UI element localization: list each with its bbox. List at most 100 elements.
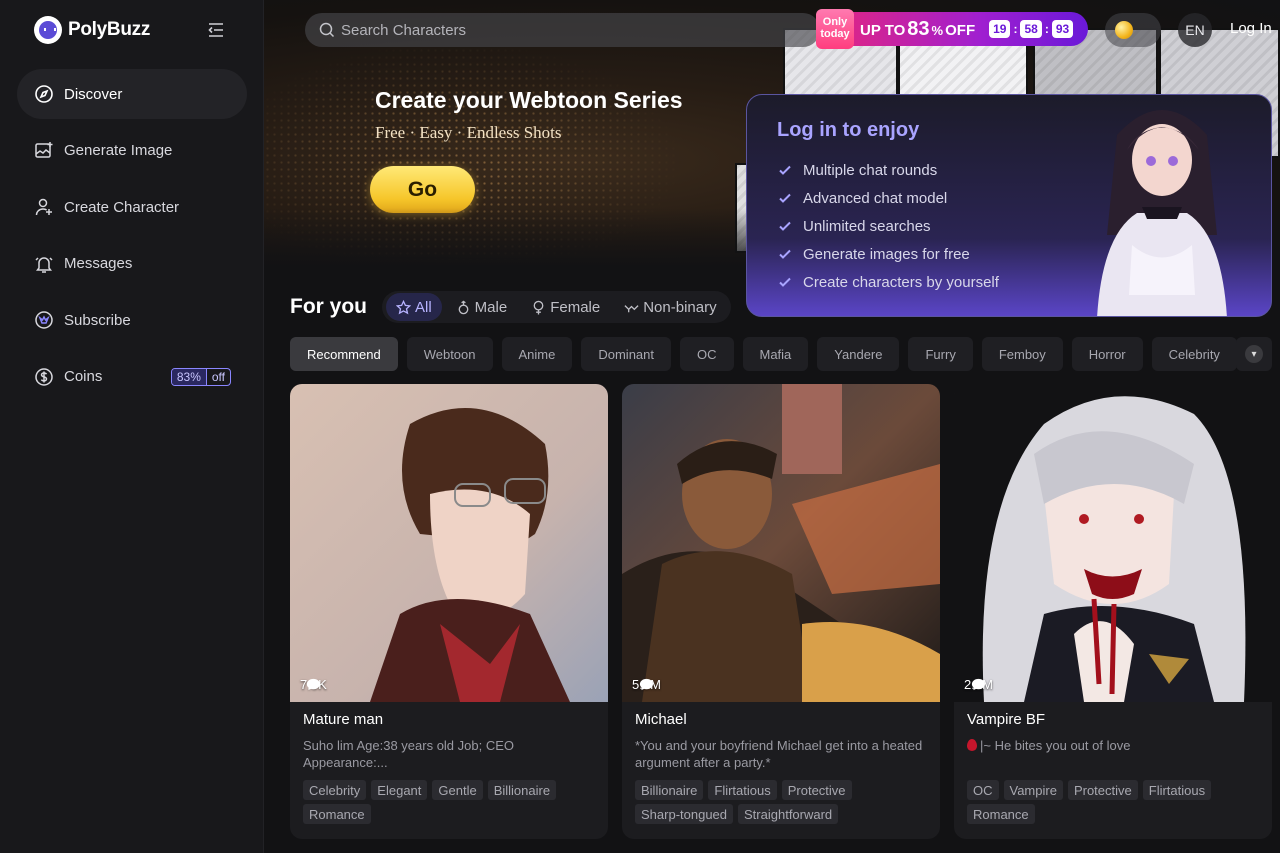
coin-balance-button[interactable] bbox=[1105, 13, 1161, 47]
star-icon bbox=[396, 299, 411, 314]
sidebar-item-label: Create Character bbox=[64, 198, 180, 216]
category-yandere[interactable]: Yandere bbox=[817, 337, 900, 371]
promo-banner[interactable]: Only today UP TO 83 % OFF 19: 58: 93 bbox=[816, 9, 1088, 49]
benefit-item: Unlimited searches bbox=[777, 212, 999, 240]
tag-list: Billionaire Flirtatious Protective Sharp… bbox=[635, 780, 931, 824]
app: PolyBuzz Discover Generate Image Create … bbox=[0, 0, 1280, 853]
sidebar-item-label: Subscribe bbox=[64, 311, 131, 329]
character-description: |~ He bites you out of love bbox=[980, 738, 1131, 753]
category-dominant[interactable]: Dominant bbox=[581, 337, 671, 371]
tag-list: Celebrity Elegant Gentle Billionaire Rom… bbox=[303, 780, 599, 824]
discount-badge: 83% off bbox=[170, 367, 231, 386]
chat-count: 2.2M bbox=[964, 677, 993, 692]
chevron-down-icon: ▾ bbox=[1245, 345, 1263, 363]
logo[interactable]: PolyBuzz bbox=[34, 16, 150, 44]
search-icon bbox=[319, 22, 335, 38]
hero-title: Create your Webtoon Series bbox=[375, 87, 683, 113]
promo-percent: 83 bbox=[907, 17, 930, 40]
gender-filter-tabs: All Male Female Non-binary bbox=[382, 291, 731, 323]
benefit-label: Generate images for free bbox=[803, 245, 970, 263]
character-description: *You and your boyfriend Michael get into… bbox=[635, 738, 923, 770]
category-webtoon[interactable]: Webtoon bbox=[406, 337, 493, 371]
character-image: 2.2M bbox=[954, 384, 1272, 702]
tab-label: Female bbox=[550, 298, 601, 316]
tab-label: Non-binary bbox=[643, 298, 717, 316]
collapse-sidebar-icon[interactable] bbox=[206, 20, 226, 40]
category-furry[interactable]: Furry bbox=[908, 337, 973, 371]
discount-suffix: off bbox=[211, 369, 225, 384]
category-celebrity[interactable]: Celebrity bbox=[1151, 337, 1237, 371]
category-oc[interactable]: OC bbox=[680, 337, 734, 371]
benefit-item: Generate images for free bbox=[777, 240, 999, 268]
chat-count: 5.5M bbox=[632, 677, 661, 692]
sidebar-item-label: Generate Image bbox=[64, 142, 173, 159]
sidebar-item-subscribe[interactable]: Subscribe bbox=[17, 295, 247, 345]
tag[interactable]: OC bbox=[967, 780, 999, 800]
tag[interactable]: Flirtatious bbox=[708, 780, 777, 800]
category-scroll-button[interactable]: ▾ bbox=[1236, 337, 1272, 371]
go-button[interactable]: Go bbox=[370, 166, 475, 213]
tag[interactable]: Billionaire bbox=[487, 780, 557, 800]
category-femboy[interactable]: Femboy bbox=[981, 337, 1063, 371]
check-icon bbox=[779, 277, 791, 287]
tag[interactable]: Romance bbox=[967, 804, 1035, 824]
sidebar-item-messages[interactable]: Messages bbox=[17, 239, 247, 289]
character-image: 7.5K bbox=[290, 384, 608, 702]
login-button[interactable]: Log In bbox=[1230, 20, 1272, 37]
login-popup[interactable]: Log in to enjoy Multiple chat rounds Adv… bbox=[746, 94, 1272, 317]
category-anime[interactable]: Anime bbox=[501, 337, 573, 371]
category-horror[interactable]: Horror bbox=[1071, 337, 1143, 371]
tag[interactable]: Billionaire bbox=[635, 780, 704, 800]
tag[interactable]: Elegant bbox=[371, 780, 428, 800]
hero-dot-pattern bbox=[264, 40, 684, 260]
tag[interactable]: Gentle bbox=[432, 780, 483, 800]
character-name: Mature man bbox=[303, 711, 384, 728]
promo-suffix: OFF bbox=[945, 21, 976, 39]
tab-female[interactable]: Female bbox=[521, 293, 610, 321]
category-mafia[interactable]: Mafia bbox=[742, 337, 809, 371]
sidebar-item-create-character[interactable]: Create Character bbox=[17, 182, 247, 232]
timer-hours: 19 bbox=[989, 20, 1011, 38]
character-image: 5.5M bbox=[622, 384, 940, 702]
tab-all[interactable]: All bbox=[386, 293, 442, 321]
tag[interactable]: Straightforward bbox=[738, 804, 839, 824]
tab-non-binary[interactable]: Non-binary bbox=[614, 293, 726, 321]
character-card[interactable]: 2.2M Vampire BF |~ He bites you out of l… bbox=[954, 384, 1272, 839]
tag[interactable]: Sharp-tongued bbox=[635, 804, 734, 824]
countdown-timer: 19: 58: 93 bbox=[989, 20, 1074, 38]
for-you-title: For you bbox=[290, 295, 367, 318]
search-input[interactable] bbox=[341, 21, 781, 39]
benefit-item: Multiple chat rounds bbox=[777, 156, 999, 184]
benefit-list: Multiple chat rounds Advanced chat model… bbox=[777, 156, 999, 296]
user-plus-icon bbox=[35, 198, 52, 216]
promo-text: UP TO 83 % OFF bbox=[860, 18, 975, 41]
vampire-bf-illustration bbox=[954, 384, 1272, 702]
character-card[interactable]: 5.5M Michael *You and your boyfriend Mic… bbox=[622, 384, 940, 839]
female-icon bbox=[533, 300, 544, 315]
sidebar-item-label: Messages bbox=[64, 255, 133, 272]
bell-icon bbox=[35, 256, 53, 273]
search-bar[interactable] bbox=[305, 13, 820, 47]
tag[interactable]: Celebrity bbox=[303, 780, 367, 800]
tag[interactable]: Flirtatious bbox=[1142, 780, 1212, 800]
sidebar-item-coins[interactable]: Coins 83% off bbox=[17, 352, 247, 402]
only-today-tag: Only today bbox=[816, 9, 854, 49]
sidebar-item-generate-image[interactable]: Generate Image bbox=[17, 126, 247, 176]
category-chips: Recommend Webtoon Anime Dominant OC Mafi… bbox=[290, 337, 1237, 371]
sidebar-item-discover[interactable]: Discover bbox=[17, 69, 247, 119]
check-icon bbox=[779, 193, 791, 203]
timer-seconds: 93 bbox=[1051, 20, 1074, 38]
promo-percent-sign: % bbox=[931, 22, 944, 38]
tag[interactable]: Vampire bbox=[1003, 780, 1063, 800]
tab-male[interactable]: Male bbox=[446, 293, 518, 321]
tag[interactable]: Romance bbox=[303, 804, 371, 824]
category-recommend[interactable]: Recommend bbox=[290, 337, 398, 371]
main-content: Create your Webtoon Series Free · Easy ·… bbox=[264, 0, 1280, 853]
hero-subtitle: Free · Easy · Endless Shots bbox=[375, 123, 562, 142]
tag[interactable]: Protective bbox=[1067, 780, 1138, 800]
language-button[interactable]: EN bbox=[1178, 13, 1212, 47]
tag[interactable]: Protective bbox=[781, 780, 852, 800]
character-card[interactable]: 7.5K Mature man Suho lim Age:38 years ol… bbox=[290, 384, 608, 839]
timer-minutes: 58 bbox=[1020, 20, 1042, 38]
check-icon bbox=[779, 249, 791, 259]
